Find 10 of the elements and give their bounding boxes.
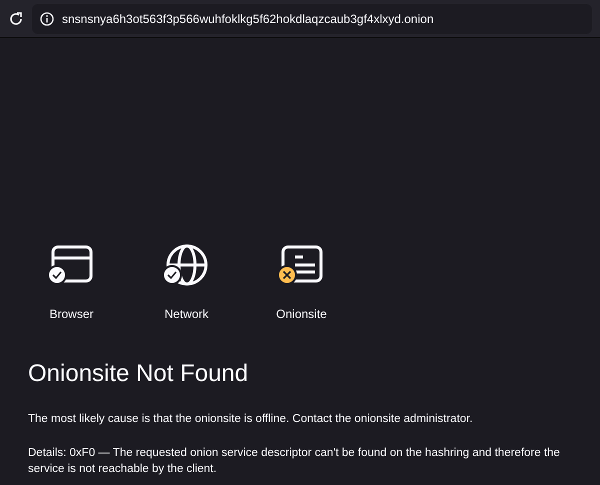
info-icon[interactable] bbox=[40, 12, 54, 26]
error-message: The most likely cause is that the onionsite is offline. Contact the onionsite administrator. bbox=[28, 412, 474, 427]
status-label: Network bbox=[164, 306, 208, 323]
address-field[interactable]: snsnsnya6h3ot563f3p566wuhfoklkg5f62hokdlaqzcaub3gf4xlxyd.onion bbox=[32, 4, 592, 34]
url-text: snsnsnya6h3ot563f3p566wuhfoklkg5f62hokdlaqzcaub3gf4xlxyd.onion bbox=[62, 10, 434, 28]
error-message: Details: 0xF0 — The requested onion service descriptor can't be found on the hashring and therefore the service is not reachable by the client. bbox=[28, 446, 561, 477]
status-label: Onionsite bbox=[276, 306, 327, 323]
reload-icon[interactable] bbox=[8, 10, 24, 26]
error-title: Onionsite Not Found bbox=[28, 359, 250, 389]
status-label: Browser bbox=[49, 306, 94, 323]
